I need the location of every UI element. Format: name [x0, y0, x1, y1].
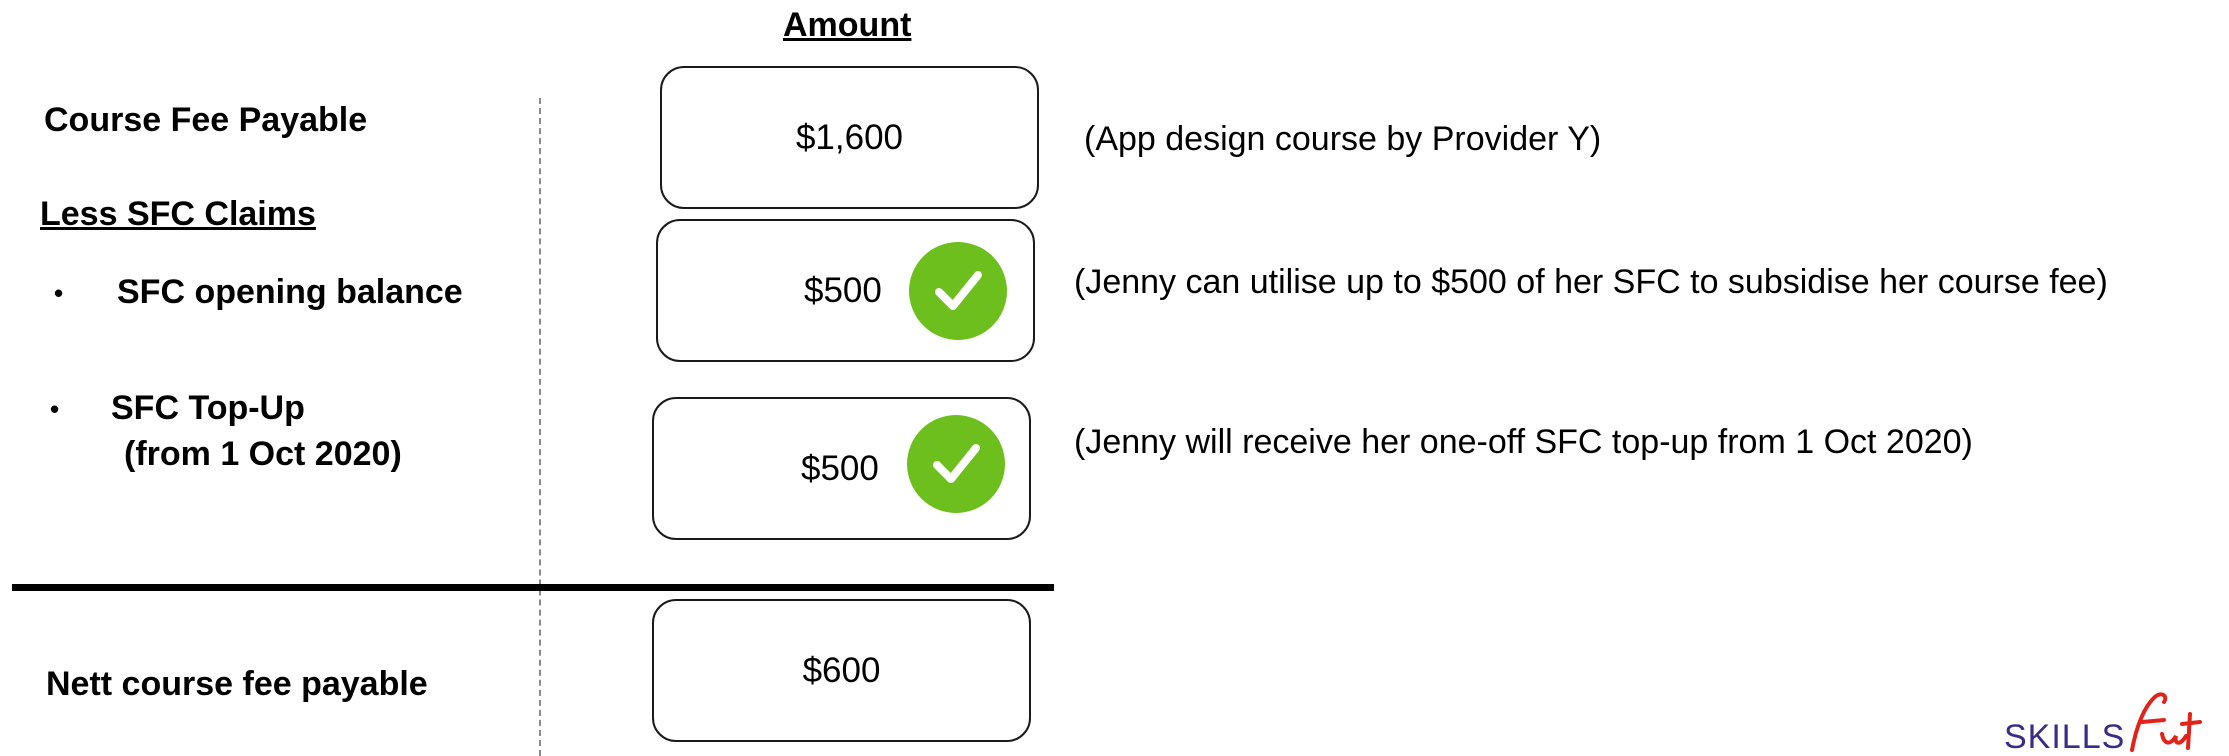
top-up-label-line2: (from 1 Oct 2020) [124, 435, 402, 473]
nett-fee-amount-box: $600 [652, 599, 1031, 742]
top-up-amount: $500 [801, 449, 879, 488]
course-fee-label: Course Fee Payable [44, 101, 368, 139]
svg-text:SKILLS: SKILLS [2004, 718, 2125, 756]
opening-balance-amount: $500 [804, 271, 882, 310]
opening-balance-amount-box: $500 [656, 219, 1035, 362]
amount-header: Amount [783, 6, 912, 44]
check-circle-icon [909, 242, 1007, 340]
opening-balance-label: SFC opening balance [117, 273, 463, 311]
course-fee-note: (App design course by Provider Y) [1084, 120, 1602, 158]
less-sfc-claims-heading: Less SFC Claims [40, 195, 316, 233]
total-separator-line [12, 584, 1054, 591]
bullet-opening-balance: • [54, 278, 64, 308]
check-circle-icon [907, 415, 1005, 513]
column-divider [539, 98, 541, 756]
course-fee-amount-box: $1,600 [660, 66, 1039, 209]
opening-balance-note: (Jenny can utilise up to $500 of her SFC… [1074, 263, 2108, 301]
top-up-note: (Jenny will receive her one-off SFC top-… [1074, 423, 1973, 461]
course-fee-amount: $1,600 [795, 118, 904, 157]
top-up-amount-box: $500 [652, 397, 1031, 540]
skillsfuture-logo: SKILLS [2004, 688, 2229, 756]
top-up-label-line1: SFC Top-Up [111, 389, 305, 427]
nett-fee-label: Nett course fee payable [46, 665, 428, 703]
bullet-top-up: • [50, 394, 60, 424]
nett-fee-amount: $600 [802, 651, 881, 690]
